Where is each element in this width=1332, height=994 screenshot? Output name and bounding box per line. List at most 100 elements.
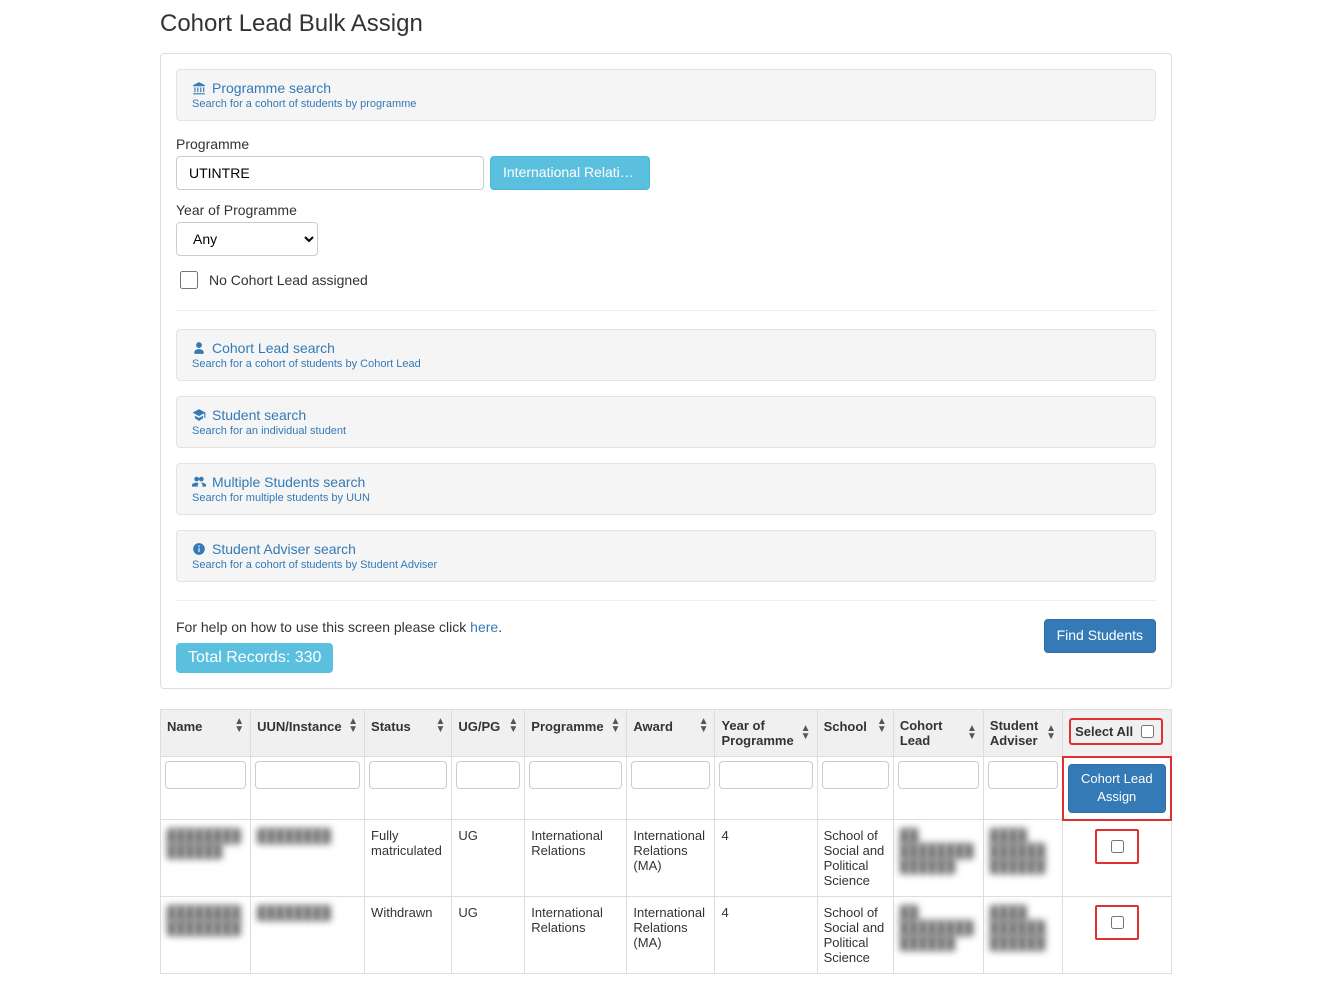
sort-icon: ▲▼ — [699, 718, 709, 734]
filter-programme[interactable] — [529, 761, 622, 789]
filter-year[interactable] — [719, 761, 812, 789]
col-ugpg[interactable]: UG/PG▲▼ — [452, 710, 525, 757]
select-all-checkbox[interactable] — [1141, 725, 1154, 738]
programme-badge[interactable]: International Relations (M... — [490, 156, 650, 190]
col-select-all: Select All — [1063, 710, 1171, 757]
adviser-search-title-text: Student Adviser search — [212, 541, 356, 557]
divider-2 — [176, 600, 1156, 601]
cell-select — [1063, 820, 1171, 897]
student-search-title-text: Student search — [212, 407, 306, 423]
main-panel: Programme search Search for a cohort of … — [160, 53, 1172, 689]
university-icon — [192, 81, 206, 95]
sort-icon: ▲▼ — [348, 718, 358, 734]
cohort-search-desc: Search for a cohort of students by Cohor… — [192, 358, 1140, 370]
year-label: Year of Programme — [176, 202, 1156, 218]
results-table: Name▲▼ UUN/Instance▲▼ Status▲▼ UG/PG▲▼ P… — [160, 709, 1172, 974]
filter-ugpg[interactable] — [456, 761, 520, 789]
filter-uun[interactable] — [255, 761, 360, 789]
cell-year: 4 — [715, 897, 817, 974]
student-search-desc: Search for an individual student — [192, 425, 1140, 437]
select-all-label: Select All — [1075, 724, 1133, 739]
cell-award: International Relations (MA) — [627, 820, 715, 897]
cell-status: Fully matriculated — [365, 820, 452, 897]
programme-input[interactable] — [176, 156, 484, 190]
col-programme[interactable]: Programme▲▼ — [525, 710, 627, 757]
cell-ugpg: UG — [452, 897, 525, 974]
cell-name: ████████ ██████ — [161, 820, 251, 897]
filter-name[interactable] — [165, 761, 246, 789]
cohort-search-title-text: Cohort Lead search — [212, 340, 335, 356]
sort-icon: ▲▼ — [435, 718, 445, 734]
cohort-search-panel[interactable]: Cohort Lead search Search for a cohort o… — [176, 329, 1156, 381]
col-uun[interactable]: UUN/Instance▲▼ — [251, 710, 365, 757]
cell-programme: International Relations — [525, 897, 627, 974]
total-records-badge: Total Records: 330 — [176, 643, 333, 673]
no-cohort-lead-label: No Cohort Lead assigned — [209, 272, 368, 288]
cell-year: 4 — [715, 820, 817, 897]
table-row: ████████ ██████████████Fully matriculate… — [161, 820, 1172, 897]
row-select-checkbox[interactable] — [1111, 916, 1124, 929]
programme-search-panel[interactable]: Programme search Search for a cohort of … — [176, 69, 1156, 121]
no-cohort-lead-row: No Cohort Lead assigned — [176, 268, 1156, 292]
cell-school: School of Social and Political Science — [817, 820, 893, 897]
col-adviser[interactable]: Student Adviser▲▼ — [983, 710, 1062, 757]
adviser-search-panel[interactable]: Student Adviser search Search for a coho… — [176, 530, 1156, 582]
cell-adviser: ████ ██████ ██████ — [983, 820, 1062, 897]
year-field-group: Year of Programme Any — [176, 202, 1156, 256]
multi-student-search-title-text: Multiple Students search — [212, 474, 365, 490]
year-select[interactable]: Any — [176, 222, 318, 256]
find-students-button[interactable]: Find Students — [1044, 619, 1156, 653]
row-select-checkbox[interactable] — [1111, 840, 1124, 853]
cell-select — [1063, 897, 1171, 974]
table-header-row: Name▲▼ UUN/Instance▲▼ Status▲▼ UG/PG▲▼ P… — [161, 710, 1172, 757]
filter-adviser[interactable] — [988, 761, 1058, 789]
users-icon — [192, 475, 206, 489]
no-cohort-lead-checkbox[interactable] — [180, 271, 198, 289]
sort-icon: ▲▼ — [967, 725, 977, 741]
sort-icon: ▲▼ — [801, 725, 811, 741]
info-circle-icon — [192, 542, 206, 556]
sort-icon: ▲▼ — [508, 718, 518, 734]
sort-icon: ▲▼ — [611, 718, 621, 734]
cell-cohort_lead: ██ ████████ ██████ — [893, 897, 983, 974]
col-school[interactable]: School▲▼ — [817, 710, 893, 757]
cell-award: International Relations (MA) — [627, 897, 715, 974]
programme-field-group: Programme International Relations (M... — [176, 136, 1156, 190]
col-cohort-lead[interactable]: Cohort Lead▲▼ — [893, 710, 983, 757]
col-year[interactable]: Year of Programme▲▼ — [715, 710, 817, 757]
cell-programme: International Relations — [525, 820, 627, 897]
cell-uun: ████████ — [251, 820, 365, 897]
cell-ugpg: UG — [452, 820, 525, 897]
col-award[interactable]: Award▲▼ — [627, 710, 715, 757]
col-name[interactable]: Name▲▼ — [161, 710, 251, 757]
programme-search-title-text: Programme search — [212, 80, 331, 96]
adviser-search-desc: Search for a cohort of students by Stude… — [192, 559, 1140, 571]
help-text: For help on how to use this screen pleas… — [176, 619, 502, 635]
cell-name: ████████ ████████ — [161, 897, 251, 974]
sort-icon: ▲▼ — [877, 718, 887, 734]
filter-status[interactable] — [369, 761, 447, 789]
sort-icon: ▲▼ — [1046, 725, 1056, 741]
cell-status: Withdrawn — [365, 897, 452, 974]
col-status[interactable]: Status▲▼ — [365, 710, 452, 757]
table-filter-row: Cohort Lead Assign — [161, 757, 1172, 820]
filter-award[interactable] — [631, 761, 710, 789]
table-row: ████████ ████████████████WithdrawnUGInte… — [161, 897, 1172, 974]
programme-search-desc: Search for a cohort of students by progr… — [192, 98, 1140, 110]
filter-cohort-lead[interactable] — [898, 761, 979, 789]
cell-school: School of Social and Political Science — [817, 897, 893, 974]
help-link[interactable]: here — [470, 619, 498, 635]
graduation-cap-icon — [192, 408, 206, 422]
programme-label: Programme — [176, 136, 1156, 152]
sort-icon: ▲▼ — [234, 718, 244, 734]
cohort-lead-assign-button[interactable]: Cohort Lead Assign — [1068, 764, 1166, 813]
cell-adviser: ████ ██████ ██████ — [983, 897, 1062, 974]
cell-uun: ████████ — [251, 897, 365, 974]
programme-search-title: Programme search — [192, 80, 1140, 96]
page-title: Cohort Lead Bulk Assign — [160, 10, 1172, 38]
student-search-panel[interactable]: Student search Search for an individual … — [176, 396, 1156, 448]
cell-cohort_lead: ██ ████████ ██████ — [893, 820, 983, 897]
multi-student-search-panel[interactable]: Multiple Students search Search for mult… — [176, 463, 1156, 515]
user-icon — [192, 341, 206, 355]
filter-school[interactable] — [822, 761, 889, 789]
